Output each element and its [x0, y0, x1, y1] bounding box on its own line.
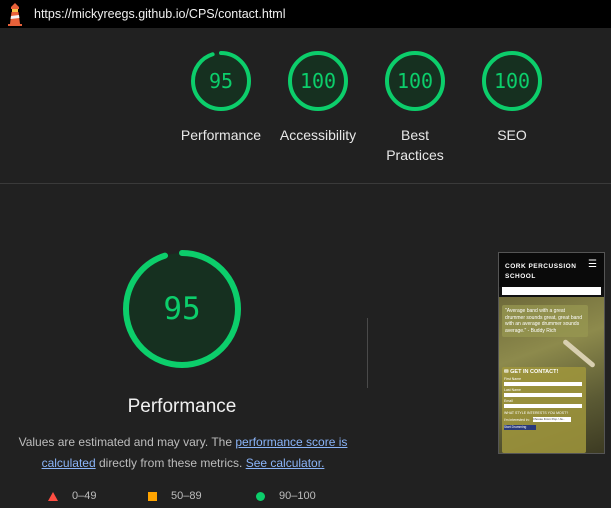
thumb-field	[504, 382, 582, 386]
thumb-contact-form: ✉ GET IN CONTACT! First Name Last Name E…	[502, 367, 586, 453]
accessibility-score: 100	[299, 69, 337, 93]
lighthouse-icon	[8, 3, 22, 26]
legend-fail: 0–49	[48, 490, 96, 502]
triangle-icon	[48, 491, 58, 501]
seo-gauge[interactable]: 100	[480, 49, 544, 113]
accessibility-gauge[interactable]: 100	[286, 49, 350, 113]
seo-score: 100	[493, 69, 531, 93]
performance-main-score: 95	[163, 291, 201, 327]
best-practices-label[interactable]: Best Practices	[360, 125, 470, 165]
section-divider	[0, 183, 611, 184]
legend-average: 50–89	[148, 490, 202, 502]
circle-icon	[256, 491, 265, 501]
thumb-form-title-text: GET IN CONTACT!	[510, 369, 559, 375]
square-icon	[148, 491, 157, 501]
url-bar: https://mickyreegs.github.io/CPS/contact…	[0, 0, 611, 28]
desc-prefix: Values are estimated and may vary. The	[18, 435, 236, 449]
performance-title: Performance	[127, 396, 237, 417]
thumb-select: Choose From Pop / Ja...	[532, 417, 571, 422]
thumb-button: Start Drumming	[504, 425, 536, 430]
performance-gauge[interactable]: 95	[189, 49, 253, 113]
thumb-bar	[502, 287, 601, 295]
legend-pass: 90–100	[256, 490, 316, 502]
performance-score: 95	[208, 69, 234, 93]
page-screenshot-thumbnail[interactable]: CORK PERCUSSION SCHOOL ☰ "Average band w…	[498, 252, 605, 454]
thumb-field-label: First Name	[504, 377, 522, 381]
thumb-field-label: Email	[504, 399, 513, 403]
best-practices-score: 100	[396, 69, 434, 93]
thumb-form-title: ✉ GET IN CONTACT!	[504, 369, 584, 375]
legend-pass-label: 90–100	[279, 490, 316, 502]
thumb-field-label: Last Name	[504, 388, 521, 392]
performance-label[interactable]: Performance	[166, 125, 276, 145]
accessibility-label[interactable]: Accessibility	[263, 125, 373, 145]
thumb-question: WHAT STYLE INTERESTS YOU MOST?	[504, 411, 569, 415]
legend-fail-label: 0–49	[72, 490, 97, 502]
thumb-select-label: I'm interested in:	[504, 417, 530, 422]
thumb-select-row: I'm interested in: Choose From Pop / Ja.…	[504, 417, 584, 422]
legend-average-label: 50–89	[171, 490, 202, 502]
vertical-separator	[367, 318, 368, 388]
performance-main-gauge: 95	[121, 248, 243, 370]
thumb-field	[504, 404, 582, 408]
hamburger-menu-icon: ☰	[588, 259, 597, 270]
seo-label[interactable]: SEO	[457, 125, 567, 145]
see-calculator-link[interactable]: See calculator.	[246, 456, 325, 470]
thumb-quote: "Average band with a great drummer sound…	[502, 305, 588, 337]
page-url[interactable]: https://mickyreegs.github.io/CPS/contact…	[34, 7, 286, 21]
thumb-field	[504, 393, 582, 397]
performance-description: Values are estimated and may vary. The p…	[18, 432, 348, 474]
thumb-brand: CORK PERCUSSION SCHOOL	[505, 263, 577, 280]
best-practices-gauge[interactable]: 100	[383, 49, 447, 113]
desc-middle: directly from these metrics.	[95, 456, 246, 470]
